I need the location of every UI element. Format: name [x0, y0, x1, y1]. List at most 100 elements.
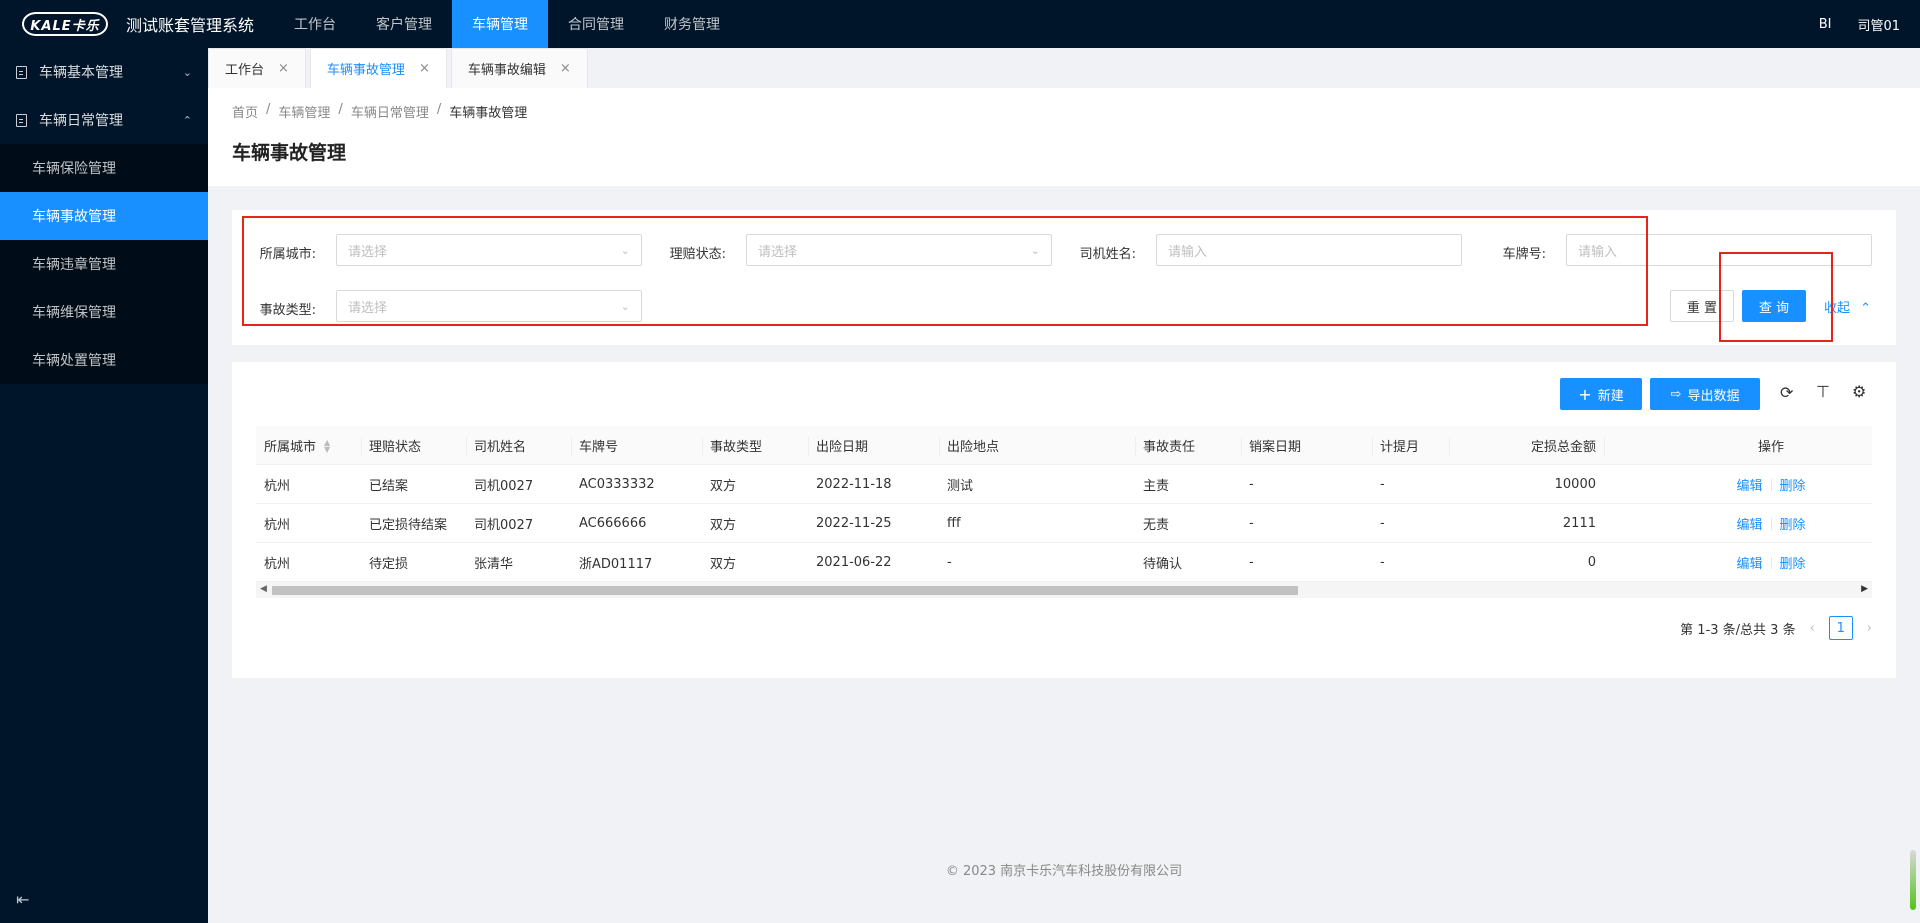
nav-item-customers[interactable]: 客户管理 — [356, 0, 452, 48]
tab-label: 车辆事故编辑 — [467, 63, 546, 78]
cell-accident-date: 2021-06-22 — [816, 555, 892, 570]
cell-liability: 待确认 — [1143, 557, 1183, 572]
edit-link[interactable]: 编辑 — [1736, 514, 1762, 533]
export-button-label: 导出数据 — [1687, 388, 1740, 404]
cell-accident-type: 双方 — [710, 479, 737, 494]
close-icon[interactable]: × — [419, 61, 430, 76]
sidebar-item-insurance[interactable]: 车辆保险管理 — [0, 144, 208, 192]
sidebar-item-maintenance[interactable]: 车辆维保管理 — [0, 288, 208, 336]
cell-close-date: - — [1249, 555, 1254, 570]
close-icon[interactable]: × — [278, 61, 289, 76]
page-number-button[interactable]: 1 — [1828, 616, 1853, 640]
sidebar-group-vehicle-basic[interactable]: 车辆基本管理 ⌄ — [0, 48, 208, 96]
column-divider — [1604, 437, 1605, 455]
plus-icon: + — [1578, 384, 1592, 404]
cell-actions: 编辑 删除 — [1670, 504, 1872, 543]
col-header-accident-location: 出险地点 — [947, 440, 1000, 455]
delete-link[interactable]: 删除 — [1780, 475, 1806, 494]
cell-actions: 编辑 删除 — [1670, 465, 1872, 504]
nav-item-contracts[interactable]: 合同管理 — [548, 0, 644, 48]
cell-driver: 司机0027 — [474, 479, 534, 494]
cell-accident-location: - — [947, 555, 952, 570]
col-header-driver: 司机姓名 — [474, 440, 527, 455]
cell-accident-date: 2022-11-25 — [816, 516, 892, 531]
breadcrumb-daily[interactable]: 车辆日常管理 — [351, 102, 429, 121]
next-page-icon[interactable]: › — [1867, 621, 1872, 636]
footer-copyright: © 2023 南京卡乐汽车科技股份有限公司 — [945, 864, 1183, 879]
horizontal-scrollbar[interactable]: ◀ ▶ — [256, 582, 1872, 598]
tab-accident-edit[interactable]: 车辆事故编辑 × — [450, 48, 588, 88]
tab-label: 工作台 — [225, 63, 265, 78]
table-row: 杭州 待定损 张清华 浙AD01117 双方 2021-06-22 - 待确认 … — [256, 543, 1872, 582]
page-title: 车辆事故管理 — [232, 142, 347, 164]
breadcrumb-sep: / — [338, 102, 343, 117]
cell-liability: 无责 — [1143, 518, 1170, 533]
breadcrumb-home[interactable]: 首页 — [232, 102, 258, 121]
new-button[interactable]: + 新建 — [1560, 378, 1642, 410]
col-header-city[interactable]: 所属城市 ▲ ▼ — [256, 426, 361, 465]
tab-accident-management[interactable]: 车辆事故管理 × — [309, 48, 447, 88]
highlight-box-query — [1719, 252, 1833, 342]
delete-link[interactable]: 删除 — [1780, 514, 1806, 533]
nav-item-finance[interactable]: 财务管理 — [644, 0, 740, 48]
logo[interactable]: KALE卡乐 — [0, 0, 110, 48]
highlight-box-filters — [242, 216, 1648, 326]
sidebar: 车辆基本管理 ⌄ 车辆日常管理 ⌃ 车辆保险管理 车辆事故管理 车辆违章管理 车… — [0, 48, 208, 923]
breadcrumb: 首页 / 车辆管理 / 车辆日常管理 / 车辆事故管理 — [232, 102, 527, 121]
cell-city: 杭州 — [264, 479, 291, 494]
chevron-down-icon: ⌄ — [182, 65, 192, 79]
document-icon — [16, 65, 27, 79]
cell-plate: 浙AD01117 — [579, 557, 653, 572]
export-button[interactable]: ⇨ 导出数据 — [1650, 378, 1760, 410]
cell-city: 杭州 — [264, 518, 291, 533]
close-icon[interactable]: × — [560, 61, 571, 76]
sidebar-item-accident[interactable]: 车辆事故管理 — [0, 192, 208, 240]
breadcrumb-sep: / — [266, 102, 271, 117]
scrollbar-thumb[interactable] — [272, 586, 1298, 595]
sidebar-item-disposal[interactable]: 车辆处置管理 — [0, 336, 208, 384]
cell-accident-location: 测试 — [947, 479, 974, 494]
cell-accident-date: 2022-11-18 — [816, 477, 892, 492]
new-button-label: 新建 — [1597, 388, 1624, 404]
sidebar-group-vehicle-daily[interactable]: 车辆日常管理 ⌃ — [0, 96, 208, 144]
scroll-left-icon[interactable]: ◀ — [260, 584, 267, 594]
col-header-claim-status: 理赔状态 — [369, 440, 422, 455]
cell-total-loss: 0 — [1587, 555, 1596, 570]
breadcrumb-vehicles[interactable]: 车辆管理 — [278, 102, 330, 121]
nav-item-vehicles[interactable]: 车辆管理 — [452, 0, 549, 48]
page-tabs: 工作台 × 车辆事故管理 × 车辆事故编辑 × — [208, 48, 1920, 88]
app-title: 测试账套管理系统 — [126, 16, 255, 35]
col-header-accident-date: 出险日期 — [816, 440, 869, 455]
reload-icon[interactable]: ⟳ — [1780, 383, 1793, 402]
nav-item-workbench[interactable]: 工作台 — [274, 0, 356, 48]
delete-link[interactable]: 删除 — [1780, 553, 1806, 572]
sidebar-item-violation[interactable]: 车辆违章管理 — [0, 240, 208, 288]
scroll-right-icon[interactable]: ▶ — [1861, 584, 1868, 594]
chevron-up-icon: ⌃ — [182, 113, 192, 127]
sort-icon[interactable]: ▲ ▼ — [324, 438, 330, 453]
setting-icon[interactable]: ⚙ — [1852, 382, 1866, 401]
column-title: 所属城市 — [264, 440, 317, 455]
topbar-right: BI 司管01 — [1819, 15, 1920, 34]
table-row: 杭州 已结案 司机0027 AC0333332 双方 2022-11-18 测试… — [256, 465, 1872, 504]
table-row: 杭州 已定损待结案 司机0027 AC666666 双方 2022-11-25 … — [256, 504, 1872, 543]
user-name[interactable]: 司管01 — [1857, 15, 1900, 34]
tab-label: 车辆事故管理 — [326, 63, 405, 78]
cell-plate: AC0333332 — [579, 477, 655, 492]
cell-close-date: - — [1249, 477, 1254, 492]
bi-link[interactable]: BI — [1819, 17, 1832, 32]
tab-workbench[interactable]: 工作台 × — [208, 48, 306, 88]
col-header-close-date: 销案日期 — [1249, 440, 1302, 455]
col-header-total-loss: 定损总金额 — [1530, 440, 1596, 455]
edit-link[interactable]: 编辑 — [1736, 553, 1762, 572]
edit-link[interactable]: 编辑 — [1736, 475, 1762, 494]
menu-fold-icon[interactable]: ⇤ — [16, 890, 29, 909]
column-height-icon[interactable]: ⊤ — [1816, 382, 1830, 401]
breadcrumb-current: 车辆事故管理 — [449, 106, 528, 121]
cell-claim-status: 已结案 — [369, 479, 409, 494]
cell-accident-type: 双方 — [710, 518, 737, 533]
cell-driver: 司机0027 — [474, 518, 534, 533]
page-header: 首页 / 车辆管理 / 车辆日常管理 / 车辆事故管理 车辆事故管理 — [208, 88, 1920, 186]
cell-accrual-month: - — [1380, 555, 1385, 570]
prev-page-icon[interactable]: ‹ — [1810, 621, 1815, 636]
